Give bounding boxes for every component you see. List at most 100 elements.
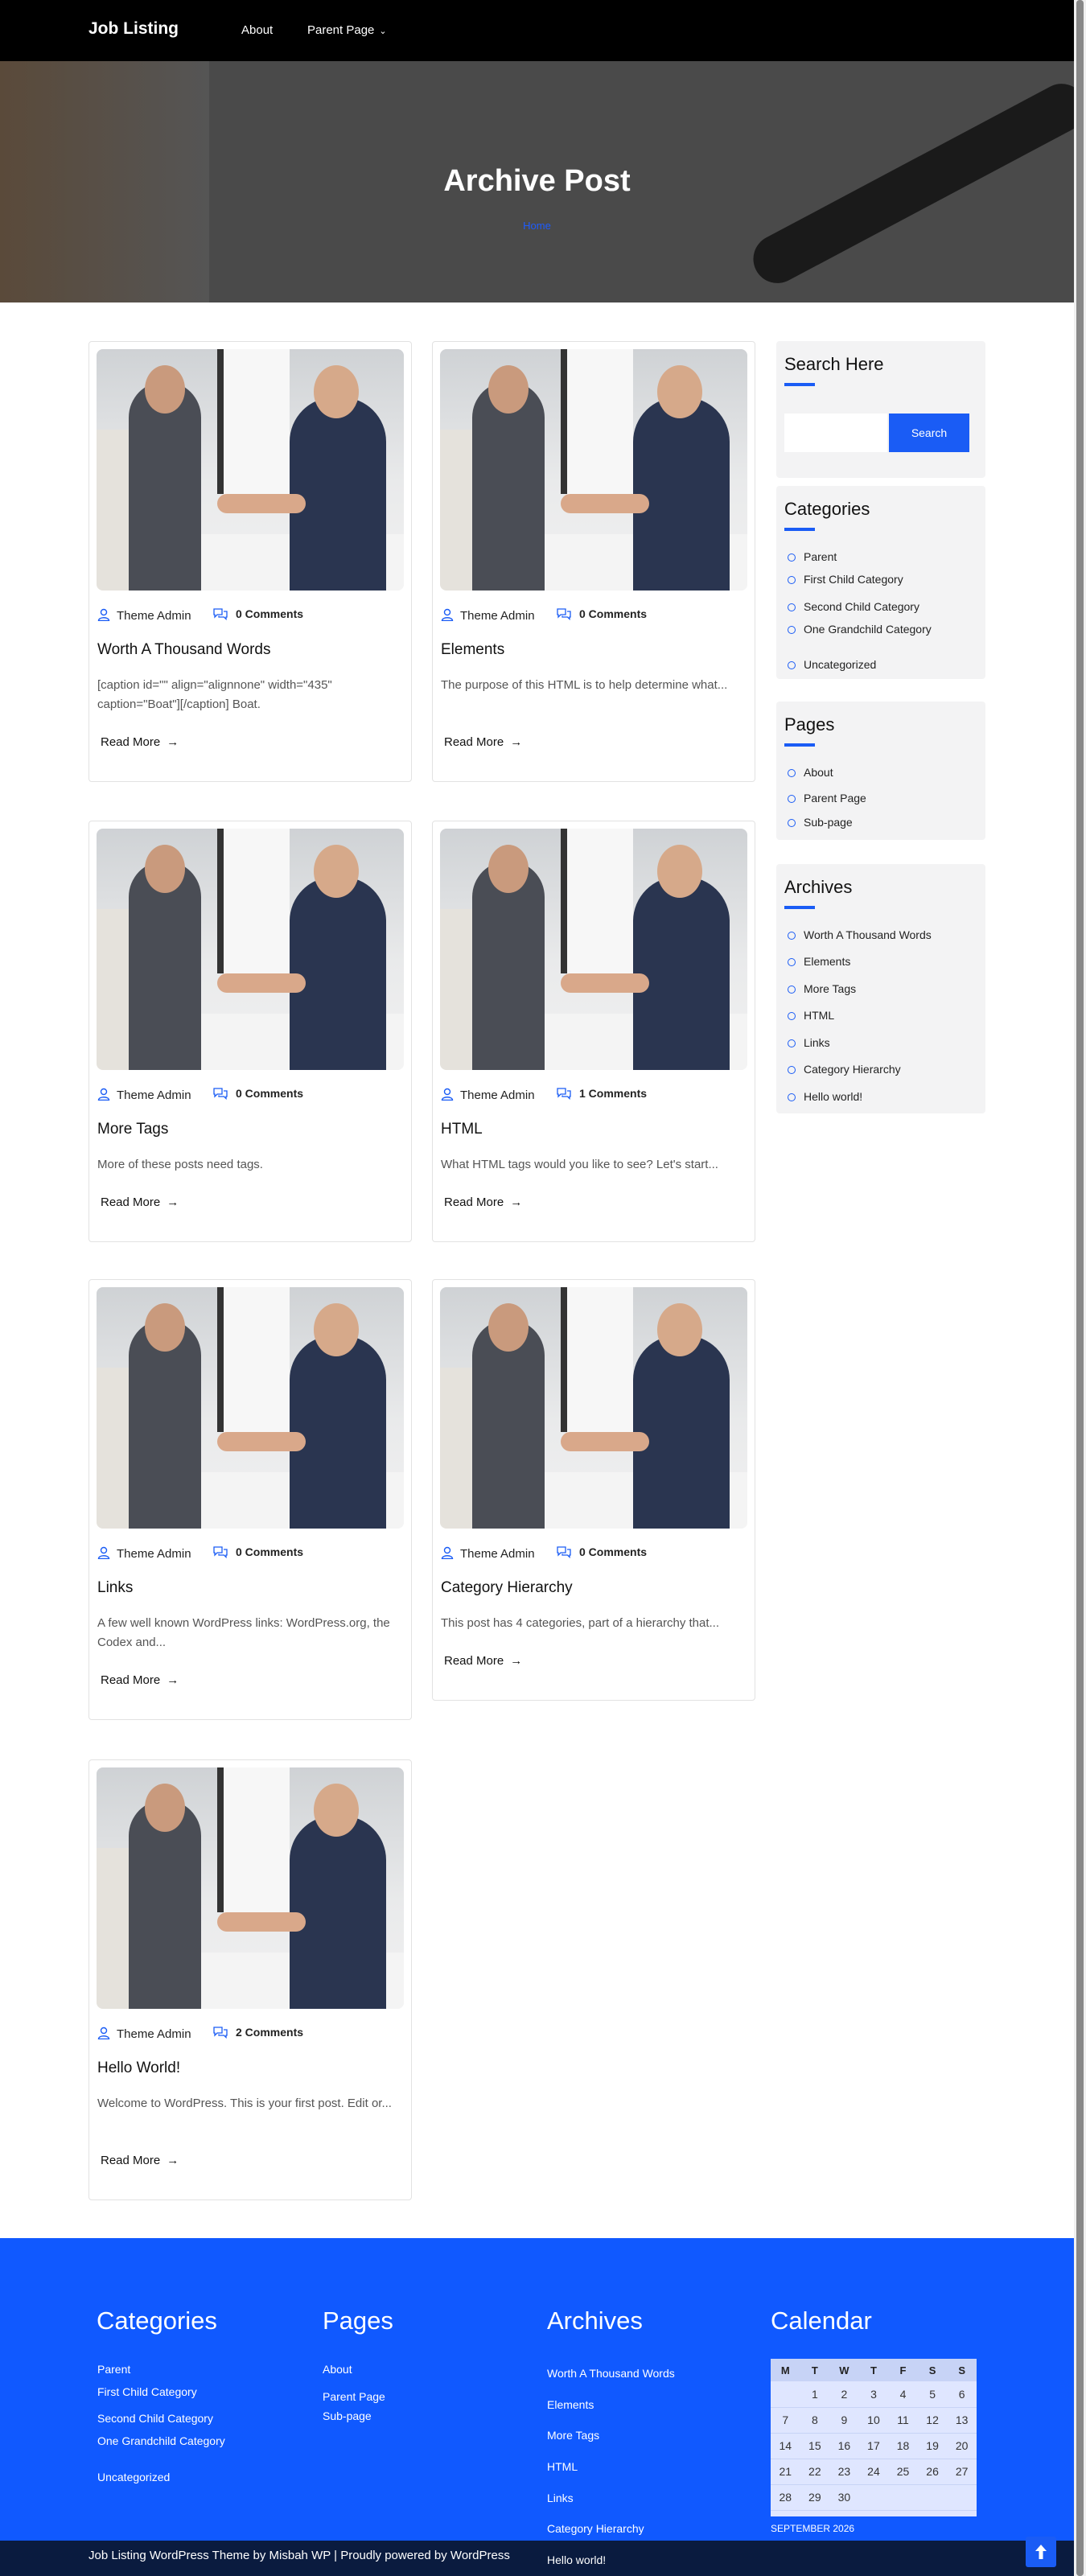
footer-archive-link[interactable]: Hello world! [547, 2553, 606, 2566]
page-link[interactable]: About [784, 766, 833, 779]
post-title[interactable]: Category Hierarchy [441, 1579, 747, 1597]
post-comments-count[interactable]: 0 Comments [236, 607, 303, 620]
archive-link[interactable]: Category Hierarchy [784, 1063, 901, 1076]
post-comments-count[interactable]: 1 Comments [579, 1087, 647, 1100]
calendar-day: 9 [829, 2407, 859, 2434]
page-link[interactable]: Sub-page [784, 816, 853, 829]
nav-about-link[interactable]: About [241, 23, 273, 37]
post-comments-count[interactable]: 2 Comments [236, 2026, 303, 2039]
footer-category-link[interactable]: First Child Category [97, 2385, 197, 2398]
post-author[interactable]: Theme Admin [117, 1547, 191, 1561]
footer-archive-link[interactable]: Category Hierarchy [547, 2522, 644, 2535]
calendar-day-header: T [800, 2359, 830, 2381]
footer-archive-link[interactable]: Links [547, 2492, 574, 2504]
footer-category-link[interactable]: Second Child Category [97, 2412, 213, 2425]
nav-parent-page-link[interactable]: Parent Page ⌄ [307, 23, 387, 37]
post-author[interactable]: Theme Admin [117, 1088, 191, 1102]
read-more-link[interactable]: Read More → [444, 1195, 522, 1209]
footer-archive-link[interactable]: HTML [547, 2460, 578, 2473]
category-link[interactable]: Uncategorized [784, 658, 876, 671]
footer-category-link[interactable]: Uncategorized [97, 2471, 170, 2483]
calendar-day [858, 2484, 889, 2511]
calendar-week: 7 8 9 10 11 12 13 [771, 2407, 977, 2434]
calendar-day-header: W [829, 2359, 859, 2381]
post-card: Theme Admin 2 Comments Hello World! Welc… [88, 1759, 412, 2200]
calendar-day: 30 [829, 2484, 859, 2511]
read-more-label: Read More [101, 2154, 161, 2167]
post-title[interactable]: Elements [441, 641, 747, 659]
archive-link[interactable]: HTML [784, 1009, 834, 1022]
post-card: Theme Admin 0 Comments Worth A Thousand … [88, 341, 412, 782]
widget-title: Categories [784, 499, 870, 519]
post-thumbnail[interactable] [97, 1767, 404, 2009]
post-thumbnail[interactable] [440, 349, 747, 591]
post-comments-count[interactable]: 0 Comments [579, 1545, 647, 1558]
post-excerpt: [caption id="" align="alignnone" width="… [97, 678, 332, 711]
footer-category-link[interactable]: Parent [97, 2363, 130, 2376]
read-more-link[interactable]: Read More → [101, 2154, 179, 2167]
read-more-link[interactable]: Read More → [101, 1673, 179, 1687]
post-thumbnail[interactable] [440, 1287, 747, 1529]
post-author[interactable]: Theme Admin [117, 2027, 191, 2041]
category-link[interactable]: Parent [784, 550, 837, 563]
breadcrumb-home[interactable]: Home [0, 220, 1074, 232]
archive-link[interactable]: Worth A Thousand Words [784, 928, 932, 941]
footer-pages-title: Pages [323, 2306, 393, 2335]
site-logo[interactable]: Job Listing [88, 19, 179, 39]
post-author[interactable]: Theme Admin [460, 1547, 535, 1561]
calendar-day: 16 [829, 2433, 859, 2459]
category-link[interactable]: First Child Category [784, 573, 903, 586]
footer-archive-link[interactable]: More Tags [547, 2429, 599, 2442]
calendar-day: 4 [888, 2381, 918, 2408]
calendar-day: 3 [858, 2381, 889, 2408]
read-more-link[interactable]: Read More → [444, 735, 522, 749]
calendar-day: 17 [858, 2433, 889, 2459]
back-to-top-button[interactable] [1026, 2537, 1056, 2567]
read-more-link[interactable]: Read More → [444, 1654, 522, 1668]
category-link[interactable]: One Grandchild Category [784, 623, 932, 636]
pages-widget: Pages About Parent Page Sub-page [776, 702, 985, 840]
footer-calendar-title: Calendar [771, 2306, 872, 2335]
footer-category-link[interactable]: One Grandchild Category [97, 2434, 225, 2447]
search-button[interactable]: Search [889, 414, 969, 452]
post-title[interactable]: Worth A Thousand Words [97, 641, 403, 659]
footer-archive-link[interactable]: Elements [547, 2398, 594, 2411]
post-thumbnail[interactable] [97, 829, 404, 1070]
post-title[interactable]: More Tags [97, 1121, 403, 1138]
footer-page-link[interactable]: Sub-page [323, 2409, 372, 2422]
category-link[interactable]: Second Child Category [784, 600, 919, 613]
post-author[interactable]: Theme Admin [117, 609, 191, 623]
post-thumbnail[interactable] [97, 349, 404, 591]
footer-page-link[interactable]: Parent Page [323, 2390, 385, 2403]
archive-link[interactable]: Links [784, 1036, 830, 1049]
read-more-link[interactable]: Read More → [101, 735, 179, 749]
footer-page-link[interactable]: About [323, 2363, 352, 2376]
archive-link[interactable]: More Tags [784, 982, 856, 995]
archive-link[interactable]: Hello world! [784, 1090, 862, 1103]
calendar-day: 6 [947, 2381, 977, 2408]
post-meta: Theme Admin 0 Comments [97, 1087, 403, 1103]
read-more-label: Read More [101, 1195, 161, 1209]
scrollbar-thumb[interactable] [1076, 0, 1084, 2576]
post-title[interactable]: Hello World! [97, 2060, 403, 2077]
calendar-day [771, 2381, 800, 2408]
post-thumbnail[interactable] [97, 1287, 404, 1529]
read-more-label: Read More [444, 1654, 504, 1668]
post-author[interactable]: Theme Admin [460, 609, 535, 623]
read-more-link[interactable]: Read More → [101, 1195, 179, 1209]
title-underline [784, 383, 815, 386]
archive-link[interactable]: Elements [784, 955, 850, 968]
post-comments-count[interactable]: 0 Comments [236, 1545, 303, 1558]
search-input[interactable] [784, 414, 887, 452]
post-thumbnail[interactable] [440, 829, 747, 1070]
calendar-week: 28 29 30 [771, 2484, 977, 2511]
post-title[interactable]: Links [97, 1579, 403, 1597]
footer-archive-link[interactable]: Worth A Thousand Words [547, 2367, 675, 2380]
post-author[interactable]: Theme Admin [460, 1088, 535, 1102]
post-title[interactable]: HTML [441, 1121, 747, 1138]
page-link[interactable]: Parent Page [784, 792, 866, 804]
post-comments-count[interactable]: 0 Comments [236, 1087, 303, 1100]
arrow-right-icon: → [167, 1195, 179, 1209]
post-comments-count[interactable]: 0 Comments [579, 607, 647, 620]
post-meta: Theme Admin 0 Comments [97, 607, 403, 623]
